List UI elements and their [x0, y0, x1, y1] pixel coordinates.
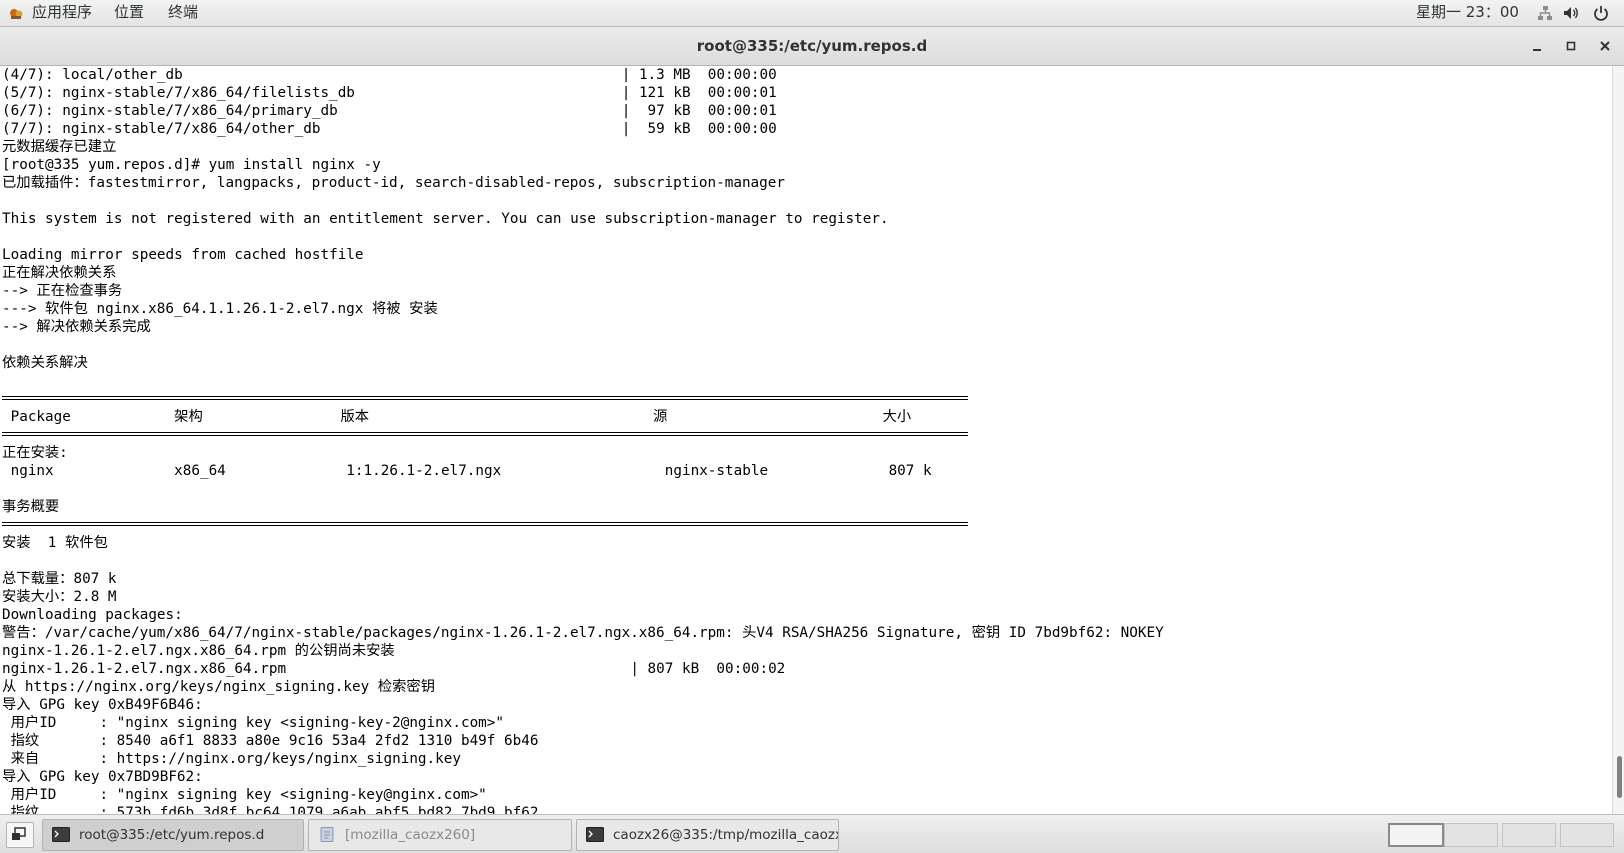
table-rule-summary: [2, 522, 968, 526]
top-panel: 应用程序 位置 终端 星期一 23：00: [0, 0, 1624, 27]
terminal-line: 导入 GPG key 0xB49F6B46:: [2, 697, 203, 713]
terminal-line: (4/7): local/other_db | 1.3 MB 00:00:00: [2, 67, 777, 83]
terminal-line: 警告：/var/cache/yum/x86_64/7/nginx-stable/…: [2, 625, 1164, 641]
terminal-line: Loading mirror speeds from cached hostfi…: [2, 247, 364, 263]
terminal-line: 用户ID : "nginx signing key <signing-key-2…: [2, 715, 505, 731]
terminal-line: 元数据缓存已建立: [2, 139, 117, 155]
clock[interactable]: 星期一 23：00: [1416, 0, 1519, 25]
terminal-line: 已加载插件：fastestmirror, langpacks, product-…: [2, 175, 785, 191]
terminal-line: 指纹 : 8540 a6f1 8833 a80e 9c16 53a4 2fd2 …: [2, 733, 539, 749]
terminal-icon: [52, 827, 70, 842]
taskbar-item-terminal-root[interactable]: root@335:/etc/yum.repos.d: [42, 819, 304, 851]
table-row: nginx x86_64 1:1.26.1-2.el7.ngx nginx-st…: [2, 463, 932, 479]
terminal-line: Downloading packages:: [2, 607, 183, 623]
terminal-icon: [586, 827, 604, 842]
menu-places[interactable]: 位置: [114, 0, 144, 26]
taskbar-item-label: root@335:/etc/yum.repos.d: [79, 827, 265, 843]
close-button[interactable]: [1595, 36, 1615, 56]
terminal-line: 依赖关系解决: [2, 355, 88, 371]
close-icon: [1600, 41, 1610, 51]
terminal-line: (7/7): nginx-stable/7/x86_64/other_db | …: [2, 121, 777, 137]
terminal-line: 导入 GPG key 0x7BD9BF62:: [2, 769, 203, 785]
taskbar-item-label: [mozilla_caozx260]: [345, 827, 476, 843]
table-rule-top: [2, 396, 968, 400]
terminal-line: This system is not registered with an en…: [2, 211, 889, 227]
volume-icon[interactable]: [1562, 4, 1580, 22]
file-manager-icon: [320, 827, 334, 842]
terminal-line: 来自 : https://nginx.org/keys/nginx_signin…: [2, 751, 461, 767]
terminal-line: (6/7): nginx-stable/7/x86_64/primary_db …: [2, 103, 777, 119]
taskbar-item-file-manager[interactable]: [mozilla_caozx260]: [308, 819, 572, 851]
workspace-2[interactable]: [1444, 823, 1498, 847]
workspace-1[interactable]: [1388, 823, 1444, 847]
terminal-line: 事务概要: [2, 499, 60, 515]
maximize-button[interactable]: [1561, 36, 1581, 56]
network-icon[interactable]: [1536, 4, 1554, 22]
terminal-line: nginx-1.26.1-2.el7.ngx.x86_64.rpm | 807 …: [2, 661, 786, 677]
terminal-line: [root@335 yum.repos.d]# yum install ngin…: [2, 157, 381, 173]
power-icon[interactable]: [1592, 4, 1610, 22]
table-rule-header: [2, 432, 968, 436]
minimize-button[interactable]: [1527, 36, 1547, 56]
terminal-output[interactable]: (4/7): local/other_db | 1.3 MB 00:00:00 …: [0, 66, 1612, 814]
terminal-line: 正在解决依赖关系: [2, 265, 117, 281]
terminal-line: --> 正在检查事务: [2, 283, 123, 299]
table-header: Package 架构 版本 源 大小: [2, 409, 912, 425]
terminal-line: 安装大小：2.8 M: [2, 589, 117, 605]
show-desktop-button[interactable]: [6, 822, 34, 848]
terminal-line: 从 https://nginx.org/keys/nginx_signing.k…: [2, 679, 435, 695]
terminal-line: (5/7): nginx-stable/7/x86_64/filelists_d…: [2, 85, 777, 101]
terminal-line: 安装 1 软件包: [2, 535, 108, 551]
terminal-line: --> 解决依赖关系完成: [2, 319, 151, 335]
terminal-line: nginx-1.26.1-2.el7.ngx.x86_64.rpm 的公钥尚未安…: [2, 643, 395, 659]
workspace-3[interactable]: [1502, 823, 1556, 847]
terminal-line: 指纹 : 573b fd6b 3d8f bc64 1079 a6ab abf5 …: [2, 805, 539, 814]
terminal-scrollbar[interactable]: [1612, 66, 1624, 814]
applications-icon[interactable]: [8, 5, 24, 21]
terminal-line: 总下载量：807 k: [2, 571, 117, 587]
taskbar-item-label: caozx26@335:/tmp/mozilla_caozx···: [613, 827, 839, 843]
workspace-4[interactable]: [1560, 823, 1614, 847]
taskbar: root@335:/etc/yum.repos.d [mozilla_caozx…: [0, 814, 1624, 853]
terminal-line: 用户ID : "nginx signing key <signing-key@n…: [2, 787, 487, 803]
menu-terminal[interactable]: 终端: [168, 0, 198, 26]
maximize-icon: [1566, 41, 1576, 51]
minimize-icon: [1533, 49, 1541, 51]
menu-applications[interactable]: 应用程序: [32, 0, 92, 26]
terminal-line: ---> 软件包 nginx.x86_64.1.1.26.1-2.el7.ngx…: [2, 301, 438, 317]
show-desktop-icon: [12, 827, 26, 840]
window-titlebar[interactable]: root@335:/etc/yum.repos.d: [0, 27, 1624, 66]
taskbar-item-terminal-caozx26[interactable]: caozx26@335:/tmp/mozilla_caozx···: [576, 819, 839, 851]
scrollbar-thumb[interactable]: [1617, 756, 1622, 798]
window-title: root@335:/etc/yum.repos.d: [696, 37, 928, 55]
terminal-line: 正在安装:: [2, 445, 68, 461]
